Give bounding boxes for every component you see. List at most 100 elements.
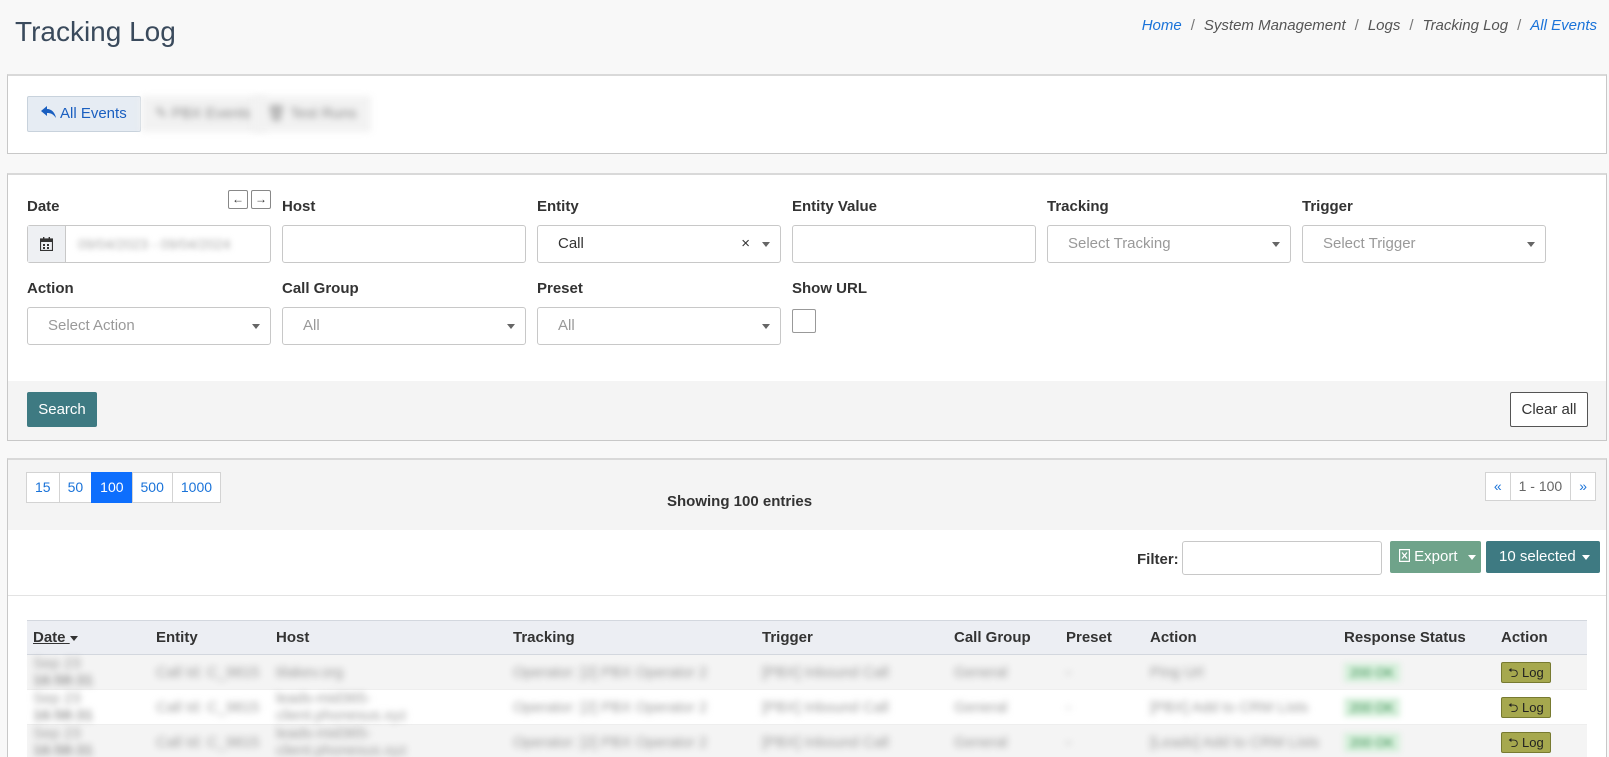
cell-trigger: [PBX] Inbound Call <box>762 733 889 751</box>
filters-panel: Date ← → 09/04/2023 - 09/04/2024 Host En… <box>7 173 1607 441</box>
column-header-tracking[interactable]: Tracking <box>507 621 756 655</box>
pagination: « 1 - 100 » <box>1484 472 1596 501</box>
columns-selected-button[interactable]: 10 selected <box>1486 541 1600 573</box>
preset-value: All <box>558 317 575 334</box>
cell-log-action: ⮌ Log <box>1495 655 1587 690</box>
cell-date: Sep 23 16:58:31 <box>33 725 94 757</box>
cell-host: leads-mid365-client.phonesus.xyz <box>276 690 407 724</box>
page-size-500[interactable]: 500 <box>131 472 173 503</box>
call-group-select[interactable]: All <box>282 307 526 345</box>
cell-action: [Leads] Add to CRM Lists <box>1150 733 1320 751</box>
breadcrumb-all-events[interactable]: All Events <box>1530 17 1597 34</box>
pagination-next[interactable]: » <box>1570 472 1596 501</box>
tracking-placeholder: Select Tracking <box>1068 235 1171 252</box>
column-header-date[interactable]: Date <box>27 621 150 655</box>
cell-preset: - <box>1066 733 1071 751</box>
cell-host: leads-mid365-client.phonesus.xyz <box>276 725 407 757</box>
tab-pbx-events[interactable]: ✎ PBX Events <box>141 96 266 132</box>
column-header-trigger[interactable]: Trigger <box>756 621 948 655</box>
trigger-filter: Trigger Select Trigger <box>1302 198 1546 263</box>
column-header-call-group[interactable]: Call Group <box>948 621 1060 655</box>
show-url-checkbox[interactable] <box>792 309 816 333</box>
table-row: Sep 23 16:58:31 Call Id: C_9815 leads-mi… <box>27 690 1587 725</box>
preset-select[interactable]: All <box>537 307 781 345</box>
tab-test-runs[interactable]: 🗑 Test Runs <box>253 96 371 132</box>
date-range-value: 09/04/2023 - 09/04/2024 <box>78 236 231 252</box>
filter-input[interactable] <box>1182 541 1382 575</box>
page-size-50[interactable]: 50 <box>58 472 93 503</box>
tracking-label: Tracking <box>1047 198 1109 215</box>
reply-icon <box>41 97 56 131</box>
preset-label: Preset <box>537 280 583 297</box>
call-group-label: Call Group <box>282 280 359 297</box>
entity-clear-icon[interactable]: × <box>741 226 750 262</box>
results-panel: 15 50 100 500 1000 Showing 100 entries «… <box>7 458 1607 757</box>
column-header-action[interactable]: Action <box>1144 621 1338 655</box>
entity-label: Entity <box>537 198 579 215</box>
chevron-down-icon <box>507 324 515 329</box>
breadcrumb-home[interactable]: Home <box>1142 17 1182 34</box>
page-size-1000[interactable]: 1000 <box>171 472 222 503</box>
export-button[interactable]: Export <box>1390 541 1481 573</box>
host-input[interactable] <box>282 225 526 263</box>
clear-all-button[interactable]: Clear all <box>1510 392 1588 427</box>
cell-date: Sep 23 16:58:31 <box>33 655 94 689</box>
tab-all-events[interactable]: All Events <box>27 96 141 132</box>
date-prev-button[interactable]: ← <box>228 190 248 209</box>
host-filter: Host <box>282 198 526 263</box>
showing-entries: Showing 100 entries <box>667 493 813 510</box>
cell-trigger: [PBX] Inbound Call <box>762 663 889 681</box>
cell-call-group: General <box>954 698 1008 716</box>
date-nav: ← → <box>228 190 271 209</box>
tab-pbx-events-label: PBX Events <box>171 105 252 122</box>
sort-desc-icon <box>69 635 78 641</box>
log-button[interactable]: ⮌ Log <box>1501 696 1551 718</box>
action-select[interactable]: Select Action <box>27 307 271 345</box>
call-group-filter: Call Group All <box>282 280 526 345</box>
page-size-15[interactable]: 15 <box>26 472 60 503</box>
cell-action: Ping Url <box>1150 663 1204 681</box>
log-button[interactable]: ⮌ Log <box>1501 731 1551 753</box>
cell-preset: - <box>1066 663 1071 681</box>
tab-test-runs-label: Test Runs <box>290 105 357 122</box>
page-title: Tracking Log <box>15 16 176 47</box>
entity-value-label: Entity Value <box>792 198 878 215</box>
calendar-icon <box>28 226 66 262</box>
event-tabs-panel: All Events ✎ PBX Events 🗑 Test Runs <box>7 74 1607 154</box>
cell-response-status: 200 OK <box>1338 690 1495 725</box>
tracking-select[interactable]: Select Tracking <box>1047 225 1291 263</box>
chevron-down-icon <box>762 324 770 329</box>
column-header-preset[interactable]: Preset <box>1060 621 1144 655</box>
cell-log-action: ⮌ Log <box>1495 725 1587 757</box>
cell-trigger: [PBX] Inbound Call <box>762 698 889 716</box>
date-next-button[interactable]: → <box>251 190 271 209</box>
cell-call-group: General <box>954 663 1008 681</box>
chevron-down-icon <box>1467 554 1476 560</box>
pagination-range: 1 - 100 <box>1509 472 1572 501</box>
column-header-response-status[interactable]: Response Status <box>1338 621 1495 655</box>
chevron-down-icon <box>762 242 770 247</box>
entity-filter: Entity Call × <box>537 198 781 263</box>
date-range-input[interactable]: 09/04/2023 - 09/04/2024 <box>27 225 271 263</box>
table-header-row: Date Entity Host Tracking Trigger Call G… <box>27 620 1587 655</box>
column-header-host[interactable]: Host <box>270 621 507 655</box>
column-header-entity[interactable]: Entity <box>150 621 270 655</box>
wrench-icon: ✎ <box>155 105 168 122</box>
cell-response-status: 200 OK <box>1338 725 1495 757</box>
cell-date: Sep 23 16:58:31 <box>33 690 94 724</box>
log-button[interactable]: ⮌ Log <box>1501 661 1551 683</box>
entity-select[interactable]: Call × <box>537 225 781 263</box>
chevron-down-icon <box>1527 242 1535 247</box>
table-toolbar: Filter: Export 10 selected <box>8 530 1606 596</box>
search-button[interactable]: Search <box>27 392 97 427</box>
pagination-prev[interactable]: « <box>1484 472 1511 501</box>
entity-value-input[interactable] <box>792 225 1036 263</box>
date-filter: Date ← → 09/04/2023 - 09/04/2024 <box>27 190 271 263</box>
column-header-log-action: Action <box>1501 629 1548 646</box>
entity-selected-value: Call <box>558 235 584 252</box>
action-filter: Action Select Action <box>27 280 271 345</box>
page-size-100[interactable]: 100 <box>91 472 133 503</box>
trigger-select[interactable]: Select Trigger <box>1302 225 1546 263</box>
cell-entity: Call Id: C_9815 <box>156 698 260 716</box>
tab-all-events-label: All Events <box>60 105 127 122</box>
